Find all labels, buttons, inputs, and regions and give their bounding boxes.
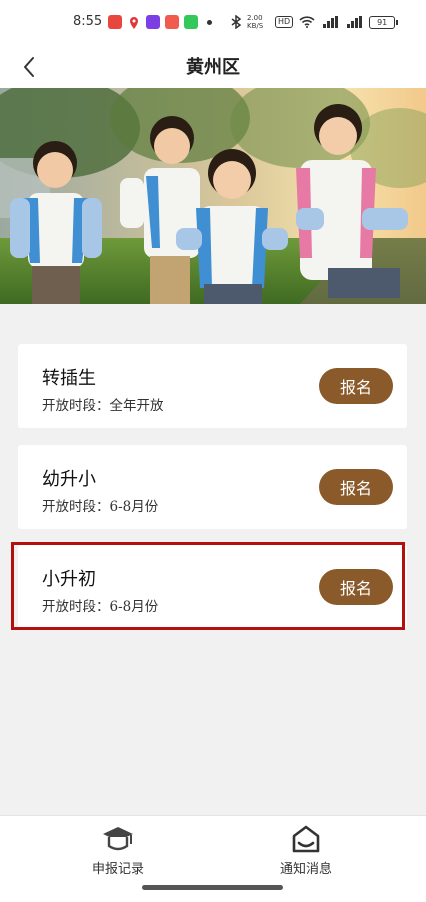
- card-period: 开放时段：6-8月份: [42, 599, 159, 615]
- more-notifications-dot: [207, 19, 212, 25]
- bluetooth-icon: [231, 15, 241, 29]
- page-title: 黄州区: [186, 57, 240, 78]
- battery-indicator: 91: [369, 15, 399, 29]
- card-primary-to-middle: 小升初 开放时段：6-8月份 报名: [18, 545, 407, 629]
- home-indicator[interactable]: [142, 885, 283, 890]
- card-period: 开放时段：6-8月份: [42, 499, 159, 515]
- app-notification-icon: [108, 15, 122, 29]
- signal-icon: [323, 16, 339, 28]
- status-system-icons: 2.00 KB/S HD 91: [231, 14, 399, 30]
- card-title: 小升初: [42, 569, 96, 590]
- register-button[interactable]: 报名: [319, 469, 393, 505]
- tab-notifications[interactable]: 通知消息: [246, 824, 366, 877]
- card-kindergarten-to-primary: 幼升小 开放时段：6-8月份 报名: [18, 445, 407, 529]
- tab-application-records[interactable]: 申报记录: [58, 824, 178, 877]
- graduation-cap-icon: [103, 827, 133, 851]
- signal-icon-2: [347, 16, 363, 28]
- status-bar: 8:55 2.00 KB/S HD 91: [0, 0, 426, 48]
- wechat-icon: [184, 15, 198, 29]
- home-inbox-icon: [292, 825, 320, 853]
- news-app-icon: [165, 15, 179, 29]
- status-notification-icons: [108, 15, 212, 29]
- register-button[interactable]: 报名: [319, 569, 393, 605]
- tab-label: 申报记录: [91, 862, 144, 877]
- banner-image: [0, 88, 426, 304]
- video-app-icon: [146, 15, 160, 29]
- network-speed: 2.00 KB/S: [247, 14, 264, 30]
- wifi-icon: [299, 16, 315, 28]
- register-button[interactable]: 报名: [319, 368, 393, 404]
- app-header: 黄州区: [0, 48, 426, 88]
- card-transfer-student: 转插生 开放时段：全年开放 报名: [18, 344, 407, 428]
- location-pin-icon: [127, 15, 141, 29]
- card-title: 转插生: [42, 368, 96, 389]
- card-period: 开放时段：全年开放: [42, 398, 164, 414]
- card-title: 幼升小: [42, 469, 96, 490]
- tab-label: 通知消息: [279, 862, 332, 877]
- status-time: 8:55: [73, 14, 103, 29]
- hd-badge: HD: [275, 16, 294, 28]
